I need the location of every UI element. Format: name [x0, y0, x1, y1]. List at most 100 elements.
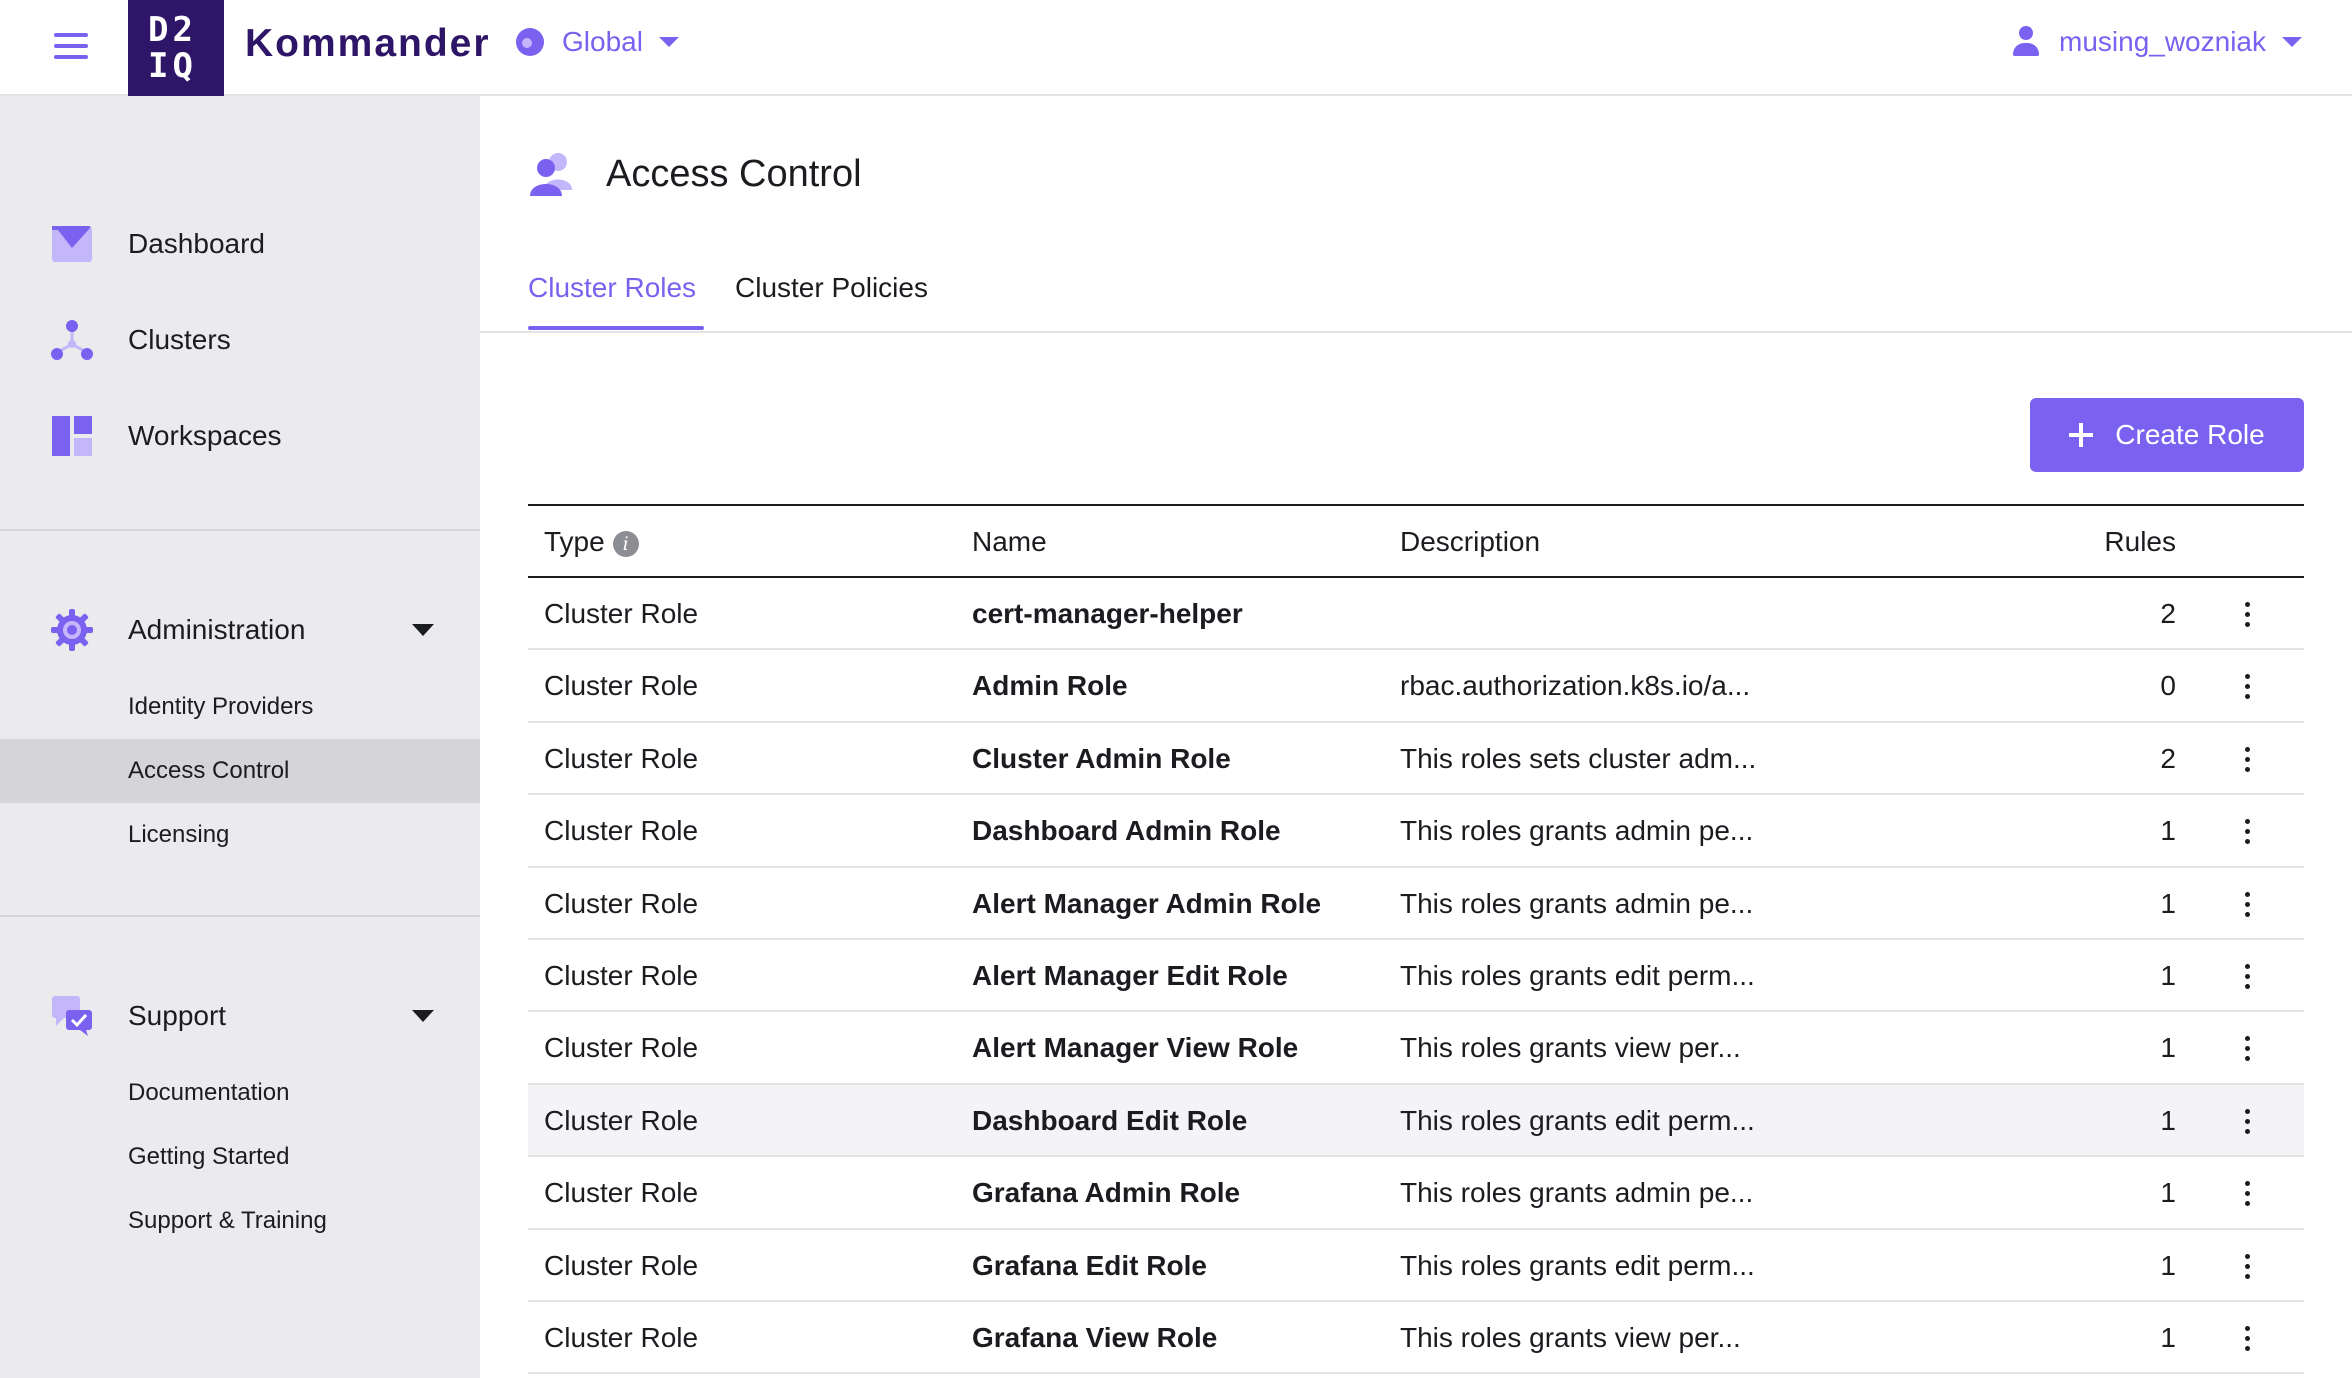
sidebar-section-label: Administration [128, 614, 306, 645]
sidebar-section-administration[interactable]: Administration [0, 590, 480, 670]
access-control-icon [530, 153, 572, 196]
sidebar-item-documentation[interactable]: Documentation [0, 1061, 480, 1125]
chevron-down-icon [2282, 37, 2302, 47]
cell-description: This roles grants edit perm... [1400, 959, 1755, 991]
create-role-button[interactable]: Create Role [2030, 398, 2304, 472]
sidebar-item-dashboard[interactable]: Dashboard [0, 204, 480, 284]
dashboard-icon [52, 226, 92, 262]
cell-rules: 1 [2160, 1177, 2176, 1209]
sidebar-item-label: Clusters [128, 324, 231, 355]
table-row[interactable]: Cluster Role Grafana Admin Role This rol… [528, 1157, 2304, 1230]
sidebar-item-licensing[interactable]: Licensing [0, 803, 480, 867]
cluster-roles-table: Type i Name Description Rules Cluster Rol… [528, 504, 2304, 1375]
sidebar: Dashboard Clusters Workspaces Administra… [0, 96, 480, 1378]
sidebar-section-support[interactable]: Support [0, 976, 480, 1056]
scope-selector[interactable]: Global [516, 26, 679, 58]
sidebar-item-access-control[interactable]: Access Control [0, 739, 480, 803]
d2iq-logo[interactable]: D2 IQ [128, 0, 224, 96]
cell-description: This roles grants admin pe... [1400, 887, 1754, 919]
cell-type: Cluster Role [544, 887, 699, 919]
table-row[interactable]: Cluster Role Dashboard Edit Role This ro… [528, 1084, 2304, 1158]
table-row[interactable]: Cluster Role Grafana View Role This role… [528, 1302, 2304, 1375]
cell-name[interactable]: Cluster Admin Role [972, 743, 1231, 775]
logo-text-line1: D2 [148, 10, 197, 50]
table-row[interactable]: Cluster Role Alert Manager Edit Role Thi… [528, 940, 2304, 1013]
sidebar-subitem-label: Access Control [128, 757, 290, 784]
cell-type: Cluster Role [544, 670, 699, 702]
hamburger-menu-icon[interactable] [54, 33, 88, 63]
cell-rules: 2 [2160, 742, 2176, 774]
cell-name[interactable]: Dashboard Admin Role [972, 815, 1281, 847]
table-row[interactable]: Cluster Role cert-manager-helper 2 [528, 578, 2304, 651]
create-role-label: Create Role [2115, 419, 2265, 450]
cell-rules: 1 [2160, 1104, 2176, 1136]
tab-cluster-roles[interactable]: Cluster Roles [528, 272, 696, 304]
info-icon[interactable]: i [612, 530, 639, 557]
top-bar: D2 IQ Kommander Global musing_wozniak [0, 0, 2352, 96]
more-options-icon[interactable] [2242, 1181, 2252, 1209]
more-options-icon[interactable] [2242, 1253, 2252, 1282]
cell-type: Cluster Role [544, 598, 699, 629]
sidebar-item-getting-started[interactable]: Getting Started [0, 1125, 480, 1189]
sidebar-item-identity-providers[interactable]: Identity Providers [0, 675, 480, 739]
table-row[interactable]: Cluster Role Alert Manager View Role Thi… [528, 1012, 2304, 1085]
more-options-icon[interactable] [2242, 674, 2252, 702]
table-row[interactable]: Cluster Role Grafana Edit Role This role… [528, 1230, 2304, 1302]
cell-name[interactable]: Grafana Admin Role [972, 1177, 1240, 1209]
cell-description: This roles grants view per... [1400, 1032, 1741, 1064]
cell-rules: 1 [2160, 815, 2176, 847]
more-options-icon[interactable] [2242, 602, 2252, 630]
column-header-rules[interactable]: Rules [2104, 526, 2176, 558]
more-options-icon[interactable] [2242, 746, 2252, 775]
workspaces-icon [52, 416, 92, 456]
username: musing_wozniak [2059, 26, 2266, 57]
support-chat-icon [52, 996, 92, 1036]
chevron-down-icon [658, 37, 679, 47]
table-row[interactable]: Cluster Role Alert Manager Admin Role Th… [528, 868, 2304, 940]
active-tab-indicator [528, 326, 704, 330]
cell-name[interactable]: Dashboard Edit Role [972, 1105, 1247, 1137]
cell-type: Cluster Role [544, 742, 699, 774]
cell-description: This roles grants edit perm... [1400, 1249, 1755, 1281]
chevron-down-icon[interactable] [412, 624, 434, 636]
sidebar-item-clusters[interactable]: Clusters [0, 300, 480, 380]
cell-rules: 0 [2160, 670, 2176, 702]
more-options-icon[interactable] [2242, 819, 2252, 847]
more-options-icon[interactable] [2242, 1108, 2252, 1137]
cell-name[interactable]: Grafana View Role [972, 1322, 1217, 1354]
sidebar-subitem-label: Licensing [128, 821, 230, 848]
sidebar-divider [0, 915, 480, 917]
more-options-icon[interactable] [2242, 963, 2252, 992]
cell-name[interactable]: Alert Manager View Role [972, 1032, 1298, 1064]
page-header: Access Control [528, 150, 862, 198]
table-row[interactable]: Cluster Role Admin Role rbac.authorizati… [528, 650, 2304, 723]
table-row[interactable]: Cluster Role Cluster Admin Role This rol… [528, 723, 2304, 796]
sidebar-section-label: Support [128, 1000, 227, 1031]
user-menu[interactable]: musing_wozniak [2011, 26, 2302, 58]
chevron-down-icon[interactable] [412, 1010, 434, 1022]
cell-rules: 2 [2160, 598, 2176, 629]
more-options-icon[interactable] [2242, 1036, 2252, 1064]
sidebar-item-support-training[interactable]: Support & Training [0, 1189, 480, 1253]
cell-description: This roles grants view per... [1400, 1321, 1741, 1353]
cell-name[interactable]: Grafana Edit Role [972, 1250, 1207, 1282]
cell-type: Cluster Role [544, 815, 699, 847]
column-header-name[interactable]: Name [972, 526, 1047, 558]
column-header-description[interactable]: Description [1400, 526, 1540, 558]
table-row[interactable]: Cluster Role Dashboard Admin Role This r… [528, 795, 2304, 868]
sidebar-item-workspaces[interactable]: Workspaces [0, 396, 480, 476]
tab-cluster-policies[interactable]: Cluster Policies [735, 272, 928, 304]
sidebar-subitem-label: Support & Training [128, 1207, 327, 1234]
sidebar-subitem-label: Documentation [128, 1079, 290, 1106]
cell-type: Cluster Role [544, 1321, 699, 1353]
cell-name[interactable]: cert-manager-helper [972, 598, 1243, 630]
more-options-icon[interactable] [2242, 1325, 2252, 1354]
page-title: Access Control [606, 152, 862, 195]
more-options-icon[interactable] [2242, 891, 2252, 920]
cell-name[interactable]: Admin Role [972, 670, 1128, 702]
column-header-type[interactable]: Type i [544, 526, 639, 558]
logo-text-line2: IQ [148, 46, 197, 86]
cell-name[interactable]: Alert Manager Admin Role [972, 888, 1321, 920]
cell-description: This roles grants admin pe... [1400, 1177, 1754, 1209]
cell-name[interactable]: Alert Manager Edit Role [972, 960, 1288, 992]
